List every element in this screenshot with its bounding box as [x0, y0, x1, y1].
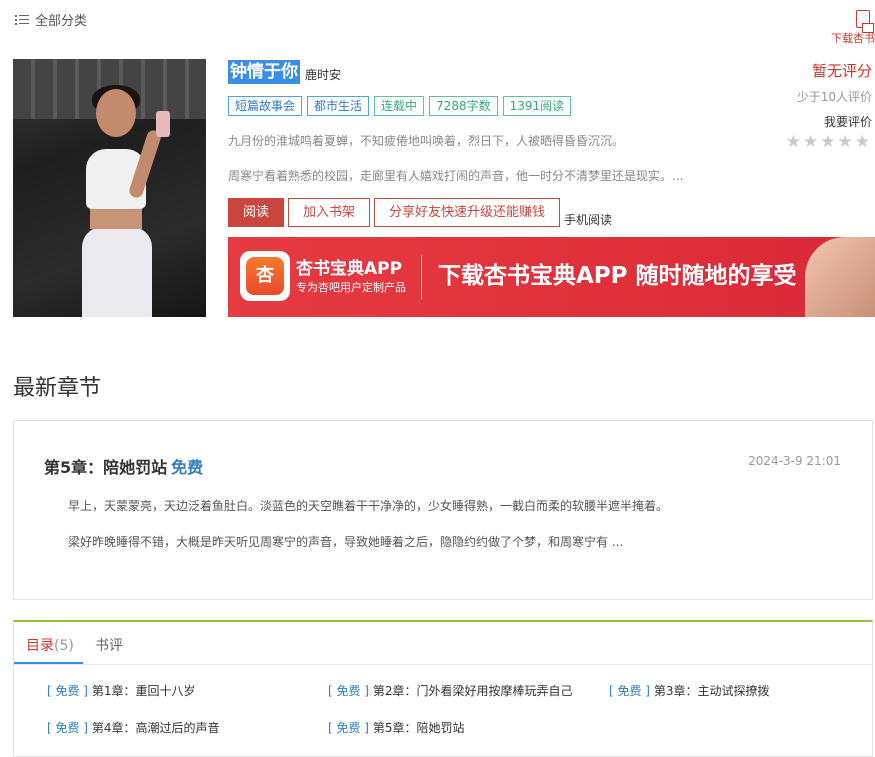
chapter-link[interactable]: [ 免费 ] 第3章：主动试探撩拨 [609, 682, 769, 699]
download-app-link[interactable]: 下载杏书 [829, 10, 875, 46]
catalog-panel: 目录(5) 书评 [ 免费 ] 第1章：重回十八岁 [ 免费 ] 第2章：门外看… [13, 620, 873, 757]
download-app-label: 下载杏书 [831, 32, 875, 45]
tag-category[interactable]: 短篇故事会 [228, 96, 303, 116]
chapter-name: 第2章：门外看梁好用按摩棒玩弄自己 [372, 684, 573, 698]
rate-label: 我要评价 [823, 115, 872, 129]
chapter-name: 第5章：陪她罚站 [372, 721, 465, 735]
banner-app-subtitle: 专为杏吧用户定制产品 [296, 281, 406, 294]
tab-catalog-label: 目录 [26, 638, 54, 654]
book-author[interactable]: 鹿时安 [305, 66, 341, 84]
chapter-link[interactable]: [ 免费 ] 第5章：陪她罚站 [328, 719, 464, 736]
tag-genre[interactable]: 都市生活 [307, 96, 370, 116]
chapter-excerpt-line2: 梁好昨晚睡得不错，大概是昨天听见周寒宁的声音，导致她睡着之后，隐隐约约做了个梦，… [68, 535, 624, 549]
read-button[interactable]: 阅读 [228, 198, 285, 227]
all-categories-label: 全部分类 [35, 14, 88, 29]
chapter-title-text: 第5章：陪她罚站 [44, 458, 168, 477]
all-categories-link[interactable]: 全部分类 [15, 10, 87, 29]
book-description-line1: 九月份的淮城鸣着夏蝉，不知疲倦地叫唤着，烈日下，人被晒得昏昏沉沉。 [228, 134, 625, 148]
book-description-line2: 周寒宁看着熟悉的校园，走廊里有人嬉戏打闹的声音，他一时分不清梦里还是现实。... [228, 169, 684, 183]
rating-score: 暂无评分 [811, 62, 872, 80]
list-icon [15, 14, 29, 26]
share-button[interactable]: 分享好友快速升级还能赚钱 [374, 198, 561, 227]
chapter-link[interactable]: [ 免费 ] 第2章：门外看梁好用按摩棒玩弄自己 [328, 682, 572, 699]
chapter-excerpt-line1: 早上，天蒙蒙亮，天边泛着鱼肚白。淡蓝色的天空瞧着干干净净的，少女睡得熟，一截白而… [68, 499, 669, 513]
rating-panel: 暂无评分 少于10人评价 我要评价 ★★★★★ [786, 60, 872, 152]
banner-slogan: 下载杏书宝典APP 随时随地的享受 [438, 263, 797, 289]
rating-count: 少于10人评价 [796, 90, 872, 104]
chapter-name: 第1章：重回十八岁 [91, 684, 196, 698]
tab-reviews[interactable]: 书评 [95, 635, 123, 655]
free-badge: 免费 [171, 458, 204, 477]
catalog-tabs: 目录(5) 书评 [14, 622, 872, 665]
latest-chapter-title[interactable]: 第5章：陪她罚站 免费 [44, 454, 203, 478]
tab-catalog-count: (5) [54, 638, 74, 654]
banner-model-image [805, 237, 875, 317]
title-row: 钟情于你 鹿时安 [228, 60, 341, 84]
free-tag: [ 免费 ] [328, 684, 369, 698]
tag-word-count: 7288字数 [429, 96, 498, 116]
chapter-link[interactable]: [ 免费 ] 第1章：重回十八岁 [47, 682, 195, 699]
book-title: 钟情于你 [228, 60, 300, 84]
rating-stars[interactable]: ★★★★★ [786, 132, 872, 152]
tag-status: 连载中 [374, 96, 425, 116]
book-cover[interactable] [13, 59, 206, 317]
free-tag: [ 免费 ] [328, 721, 369, 735]
banner-divider [421, 255, 422, 299]
tab-catalog[interactable]: 目录(5) [26, 635, 74, 655]
book-detail-page: 全部分类 下载杏书 钟情于你 鹿时安 短篇故事会 都市生活 连载中 7288字数… [0, 0, 875, 757]
app-download-banner[interactable]: 杏 杏书宝典APP 专为杏吧用户定制产品 下载杏书宝典APP 随时随地的享受 [228, 237, 875, 317]
chapter-date: 2024-3-9 21:01 [748, 454, 841, 468]
latest-chapter-heading: 最新章节 [13, 376, 102, 401]
phone-download-icon [856, 10, 874, 33]
chapter-link[interactable]: [ 免费 ] 第4章：高潮过后的声音 [47, 719, 219, 736]
chapter-name: 第3章：主动试探撩拨 [653, 684, 770, 698]
mobile-read-link[interactable]: 手机阅读 [564, 213, 612, 227]
add-to-shelf-button[interactable]: 加入书架 [288, 198, 371, 227]
free-tag: [ 免费 ] [47, 684, 88, 698]
free-tag: [ 免费 ] [609, 684, 650, 698]
book-tags: 短篇故事会 都市生活 连载中 7288字数 1391阅读 [228, 96, 572, 116]
banner-app-name: 杏书宝典APP [296, 259, 403, 279]
active-tab-underline [14, 662, 83, 664]
tag-read-count: 1391阅读 [502, 96, 572, 116]
latest-chapter-card[interactable]: 第5章：陪她罚站 免费 2024-3-9 21:01 早上，天蒙蒙亮，天边泛着鱼肚… [13, 420, 873, 600]
free-tag: [ 免费 ] [47, 721, 88, 735]
app-logo-icon: 杏 [240, 251, 290, 301]
chapter-name: 第4章：高潮过后的声音 [91, 721, 220, 735]
action-buttons: 阅读 加入书架 分享好友快速升级还能赚钱 手机阅读 [228, 198, 612, 227]
